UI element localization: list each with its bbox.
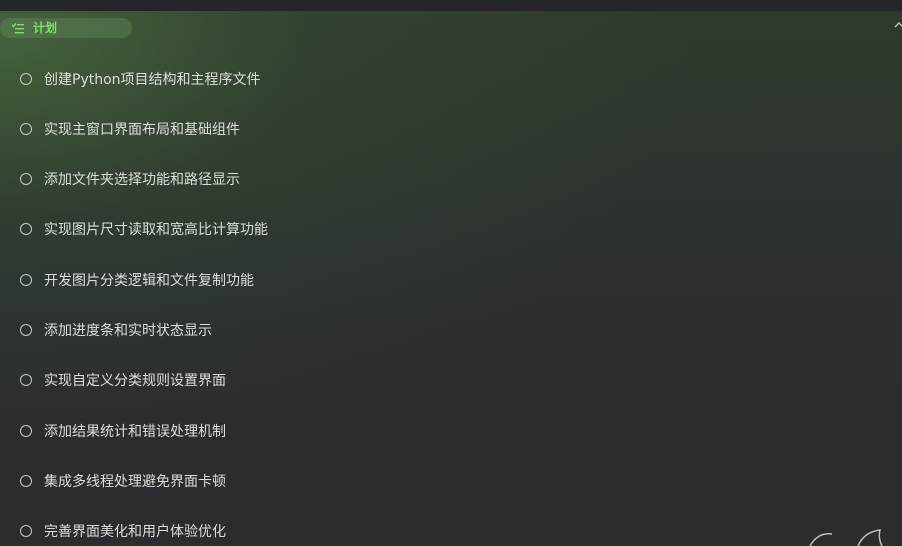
- circle-outline-icon[interactable]: [20, 173, 32, 185]
- plan-item[interactable]: 创建Python项目结构和主程序文件: [20, 69, 261, 89]
- plan-title: 计划: [33, 21, 58, 35]
- top-bar: [0, 0, 902, 11]
- circle-outline-icon[interactable]: [20, 374, 32, 386]
- plan-item[interactable]: 集成多线程处理避免界面卡顿: [20, 471, 226, 491]
- plan-header[interactable]: 计划: [0, 18, 132, 38]
- plan-item[interactable]: 开发图片分类逻辑和文件复制功能: [20, 270, 254, 290]
- plan-item[interactable]: 添加进度条和实时状态显示: [20, 320, 212, 340]
- plan-item-label: 完善界面美化和用户体验优化: [44, 524, 226, 540]
- circle-outline-icon[interactable]: [20, 525, 32, 537]
- plan-item-label: 实现主窗口界面布局和基础组件: [44, 122, 240, 138]
- plan-item-label: 添加进度条和实时状态显示: [44, 323, 212, 339]
- circle-outline-icon[interactable]: [20, 425, 32, 437]
- circle-outline-icon[interactable]: [20, 123, 32, 135]
- list-check-icon: [11, 23, 24, 34]
- chevron-up-icon[interactable]: [893, 20, 902, 30]
- circle-outline-icon[interactable]: [20, 73, 32, 85]
- circle-outline-icon[interactable]: [20, 274, 32, 286]
- plan-item-label: 开发图片分类逻辑和文件复制功能: [44, 273, 254, 289]
- plan-item-label: 添加文件夹选择功能和路径显示: [44, 172, 240, 188]
- plan-item-label: 添加结果统计和错误处理机制: [44, 424, 226, 440]
- mascot-ears-icon: [809, 529, 883, 546]
- plan-panel: 计划 创建Python项目结构和主程序文件 实现主窗口界面布局和基础组件 添加文…: [0, 11, 902, 546]
- plan-item[interactable]: 实现自定义分类规则设置界面: [20, 370, 226, 390]
- circle-outline-icon[interactable]: [20, 223, 32, 235]
- plan-item-label: 实现自定义分类规则设置界面: [44, 373, 226, 389]
- plan-item[interactable]: 完善界面美化和用户体验优化: [20, 521, 226, 541]
- circle-outline-icon[interactable]: [20, 324, 32, 336]
- plan-item-label: 集成多线程处理避免界面卡顿: [44, 474, 226, 490]
- plan-item[interactable]: 实现主窗口界面布局和基础组件: [20, 119, 240, 139]
- plan-item[interactable]: 添加结果统计和错误处理机制: [20, 421, 226, 441]
- circle-outline-icon[interactable]: [20, 475, 32, 487]
- plan-item-label: 实现图片尺寸读取和宽高比计算功能: [44, 222, 268, 238]
- plan-item-label: 创建Python项目结构和主程序文件: [44, 72, 261, 88]
- plan-item[interactable]: 实现图片尺寸读取和宽高比计算功能: [20, 219, 268, 239]
- plan-item[interactable]: 添加文件夹选择功能和路径显示: [20, 169, 240, 189]
